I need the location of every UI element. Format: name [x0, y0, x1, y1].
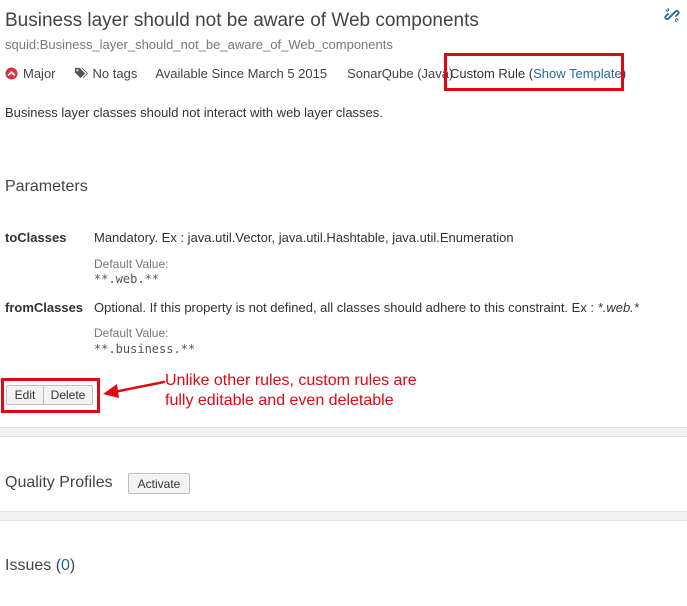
param-description: Optional. If this property is not define… — [94, 300, 639, 315]
default-value-label: Default Value: — [94, 326, 169, 340]
default-value: **.web.** — [94, 272, 160, 286]
highlight-box-buttons — [1, 378, 100, 413]
annotation-text: Unlike other rules, custom rules are ful… — [165, 371, 417, 411]
link-icon[interactable] — [664, 7, 680, 23]
issues-title-prefix: Issues ( — [5, 557, 62, 574]
rule-meta: Major No tags Available Since March 5 20… — [5, 64, 453, 82]
param-description: Mandatory. Ex : java.util.Vector, java.u… — [94, 230, 514, 245]
default-value: **.business.** — [94, 342, 196, 356]
issues-count-link[interactable]: 0 — [61, 557, 70, 574]
annotation-line: Unlike other rules, custom rules are — [165, 372, 417, 389]
tags[interactable]: No tags — [74, 65, 138, 81]
annotation-line: fully editable and even deletable — [165, 392, 394, 409]
annotation-arrow — [103, 380, 166, 398]
tags-label: No tags — [92, 65, 138, 81]
severity-label: Major — [23, 65, 56, 81]
severity: Major — [5, 66, 56, 81]
param-name: fromClasses — [5, 300, 84, 315]
section-divider — [0, 427, 687, 437]
section-divider — [0, 511, 687, 521]
rule-description: Business layer classes should not intera… — [5, 105, 383, 120]
tags-icon — [74, 67, 88, 78]
repository: SonarQube (Java) — [347, 65, 454, 81]
issues-title: Issues (0) — [5, 557, 75, 575]
highlight-box-template — [444, 53, 624, 91]
parameters-title: Parameters — [5, 178, 88, 195]
available-since: Available Since March 5 2015 — [155, 65, 328, 81]
rule-title: Business layer should not be aware of We… — [5, 10, 479, 31]
issues-title-suffix: ) — [69, 557, 76, 574]
param-description-example: *.web.* — [597, 300, 639, 315]
param-name: toClasses — [5, 230, 67, 245]
default-value-label: Default Value: — [94, 257, 169, 271]
rule-key: squid:Business_layer_should_not_be_aware… — [5, 37, 393, 52]
param-description-text: Optional. If this property is not define… — [94, 300, 598, 315]
severity-major-icon — [5, 66, 18, 80]
quality-profiles-title: Quality Profiles — [5, 474, 113, 491]
activate-button[interactable]: Activate — [128, 473, 190, 494]
